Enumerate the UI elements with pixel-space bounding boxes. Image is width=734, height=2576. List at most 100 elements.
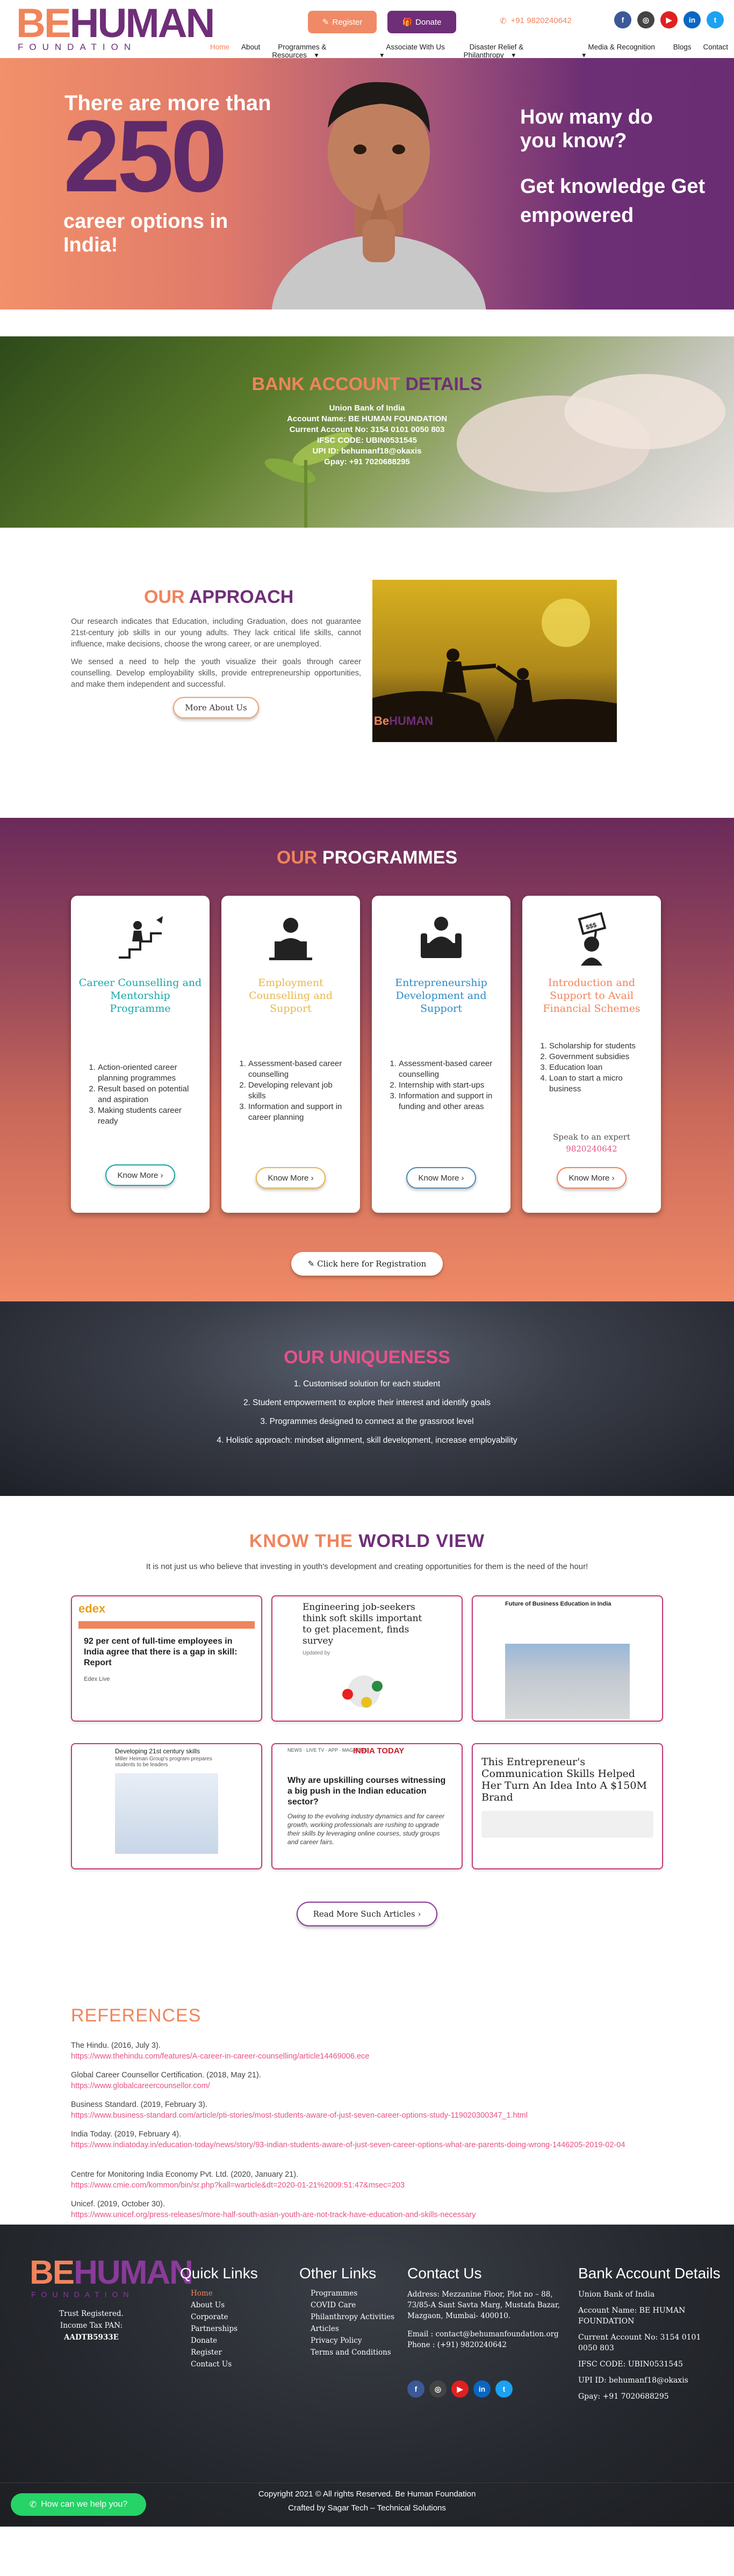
- footer-link[interactable]: About Us: [191, 2299, 238, 2311]
- card-item: Developing relevant job skills: [248, 1080, 350, 1102]
- article-author: Updated by: [303, 1650, 330, 1656]
- approach-title-b: APPROACH: [189, 587, 294, 607]
- read-more-articles-button[interactable]: Read More Such Articles ›: [297, 1902, 437, 1926]
- chevron-right-icon: ›: [611, 1173, 615, 1183]
- header-phone[interactable]: ✆ +91 9820240642: [500, 16, 572, 26]
- footer-bank-line: Union Bank of India: [578, 2290, 655, 2299]
- footer-link[interactable]: Home: [191, 2287, 238, 2299]
- edit-icon: ✎: [307, 1259, 318, 1269]
- bank-upi: UPI ID: behumanf18@okaxis: [312, 447, 422, 456]
- article-card[interactable]: Future of Business Education in India: [472, 1595, 663, 1722]
- twitter-icon[interactable]: t: [707, 11, 724, 28]
- article-card[interactable]: Engineering job-seekers think soft skill…: [271, 1595, 463, 1722]
- edit-icon: ✎: [322, 18, 329, 27]
- nav-programmes[interactable]: Programmes & Resources ▾: [266, 43, 374, 60]
- article-illustration: [342, 1675, 383, 1708]
- nav-about[interactable]: About: [235, 43, 266, 60]
- footer-bank-line: IFSC CODE: UBIN0531545: [578, 2360, 683, 2369]
- reference-link[interactable]: https://www.cmie.com/kommon/bin/sr.php?k…: [71, 2180, 673, 2191]
- card-title: Entrepreneurship Development and Support: [395, 977, 487, 1014]
- instagram-icon[interactable]: ◎: [429, 2380, 447, 2398]
- linkedin-icon[interactable]: in: [683, 11, 701, 28]
- footer-link[interactable]: Corporate: [191, 2311, 238, 2323]
- footer-link[interactable]: Register: [191, 2347, 238, 2358]
- know-more-button[interactable]: Know More ›: [105, 1164, 175, 1186]
- footer-link[interactable]: Partnerships: [191, 2323, 238, 2335]
- card-item: Information and support in funding and o…: [399, 1091, 501, 1112]
- reference-link[interactable]: https://www.unicef.org/press-releases/mo…: [71, 2210, 673, 2220]
- footer-link[interactable]: Philanthropy Activities: [311, 2311, 394, 2323]
- logo-be-text: BE: [16, 1, 71, 46]
- linkedin-icon[interactable]: in: [473, 2380, 491, 2398]
- article-author-row: [481, 1811, 653, 1838]
- nav-disaster[interactable]: Disaster Relief & Philanthropy ▾: [458, 43, 577, 60]
- site-logo[interactable]: BEHUMAN FOUNDATION: [16, 1, 215, 55]
- article-card[interactable]: NEWS · LIVE TV · APP · MAGAZINE INDIA TO…: [271, 1743, 463, 1869]
- nav-contact[interactable]: Contact: [697, 43, 734, 60]
- know-more-button[interactable]: Know More ›: [256, 1167, 326, 1189]
- speak-to-expert: Speak to an expert: [553, 1132, 630, 1142]
- footer-link[interactable]: Programmes: [311, 2287, 394, 2299]
- reference-link[interactable]: https://www.indiatoday.in/education-toda…: [71, 2140, 673, 2150]
- facebook-icon[interactable]: f: [407, 2380, 424, 2398]
- more-about-us-label: More About Us: [185, 703, 247, 713]
- youtube-icon[interactable]: ▶: [451, 2380, 469, 2398]
- programme-card-entrepreneurship: Entrepreneurship Development and Support…: [372, 896, 510, 1213]
- hero-banner[interactable]: There are more than 250 career options i…: [0, 58, 734, 310]
- footer-bank-line: Gpay: +91 7020688295: [578, 2392, 669, 2401]
- more-about-us-button[interactable]: More About Us: [173, 697, 259, 718]
- hero-line3: career options in India!: [63, 210, 228, 256]
- register-button[interactable]: ✎ Register: [308, 11, 377, 33]
- chevron-right-icon: ›: [461, 1173, 464, 1183]
- reference-link[interactable]: https://www.thehindu.com/features/A-care…: [71, 2051, 673, 2062]
- footer-logo-be: BE: [30, 2254, 75, 2291]
- footer-bank-line: UPI ID: behumanf18@okaxis: [578, 2376, 688, 2385]
- phone-icon: ✆: [500, 17, 507, 26]
- know-more-label: Know More: [569, 1173, 610, 1183]
- click-registration-button[interactable]: ✎ Click here for Registration: [291, 1252, 443, 1276]
- quick-links-title: Quick Links: [180, 2265, 258, 2282]
- twitter-icon[interactable]: t: [495, 2380, 513, 2398]
- footer-link[interactable]: Terms and Conditions: [311, 2347, 394, 2358]
- footer-logo[interactable]: BEHUMAN: [30, 2254, 193, 2291]
- article-headline: 92 per cent of full-time employees in In…: [84, 1637, 238, 1667]
- donate-button[interactable]: 🎁 Donate: [387, 11, 456, 33]
- facebook-icon[interactable]: f: [614, 11, 631, 28]
- card-item: Assessment-based career counselling: [399, 1059, 501, 1080]
- article-description: Owing to the evolving industry dynamics …: [287, 1812, 445, 1846]
- article-card[interactable]: Developing 21st century skills Miller He…: [71, 1743, 262, 1869]
- footer-bank-title: Bank Account Details: [578, 2265, 721, 2282]
- world-subtitle: It is not just us who believe that inves…: [146, 1562, 588, 1571]
- nav-blogs[interactable]: Blogs: [667, 43, 697, 60]
- footer-link[interactable]: Privacy Policy: [311, 2335, 394, 2347]
- programmes-title: OUR PROGRAMMES: [0, 847, 734, 868]
- reference-item: The Hindu. (2016, July 3). https://www.th…: [71, 2040, 673, 2062]
- article-card[interactable]: This Entrepreneur's Communication Skills…: [472, 1743, 663, 1869]
- know-more-button[interactable]: Know More ›: [406, 1167, 476, 1189]
- article-card[interactable]: edex 92 per cent of full-time employees …: [71, 1595, 262, 1722]
- bank-account-name: Account Name: BE HUMAN FOUNDATION: [286, 414, 448, 423]
- instagram-icon[interactable]: ◎: [637, 11, 654, 28]
- nav-media-label: Media & Recognition: [588, 43, 655, 51]
- know-more-button[interactable]: Know More ›: [557, 1167, 627, 1189]
- bank-name: Union Bank of India: [329, 404, 405, 413]
- logo-human-text: HUMAN: [69, 1, 215, 46]
- expert-phone-link[interactable]: 9820240642: [522, 1144, 661, 1154]
- footer-link[interactable]: COVID Care: [311, 2299, 394, 2311]
- contact-email[interactable]: Email : contact@behumanfoundation.org: [407, 2329, 563, 2340]
- nav-home[interactable]: Home: [204, 43, 235, 60]
- footer-link[interactable]: Contact Us: [191, 2358, 238, 2370]
- contact-phone[interactable]: Phone : (+91) 9820240642: [407, 2340, 563, 2350]
- nav-associate[interactable]: Associate With Us ▾: [374, 43, 457, 60]
- reference-item: India Today. (2019, February 4). https://…: [71, 2129, 673, 2150]
- footer-link[interactable]: Articles: [311, 2323, 394, 2335]
- footer-link[interactable]: Donate: [191, 2335, 238, 2347]
- nav-media[interactable]: Media & Recognition ▾: [576, 43, 667, 60]
- youtube-icon[interactable]: ▶: [660, 11, 678, 28]
- programmes-section: OUR PROGRAMMES Career Counselling and Me…: [0, 818, 734, 1301]
- whatsapp-chat-button[interactable]: ✆ How can we help you?: [11, 2493, 146, 2516]
- laptop-user-icon: [269, 918, 312, 960]
- reference-link[interactable]: https://www.globalcareercounsellor.com/: [71, 2081, 673, 2091]
- reference-link[interactable]: https://www.business-standard.com/articl…: [71, 2110, 673, 2121]
- approach-section: OUR APPROACH Our research indicates that…: [0, 528, 734, 818]
